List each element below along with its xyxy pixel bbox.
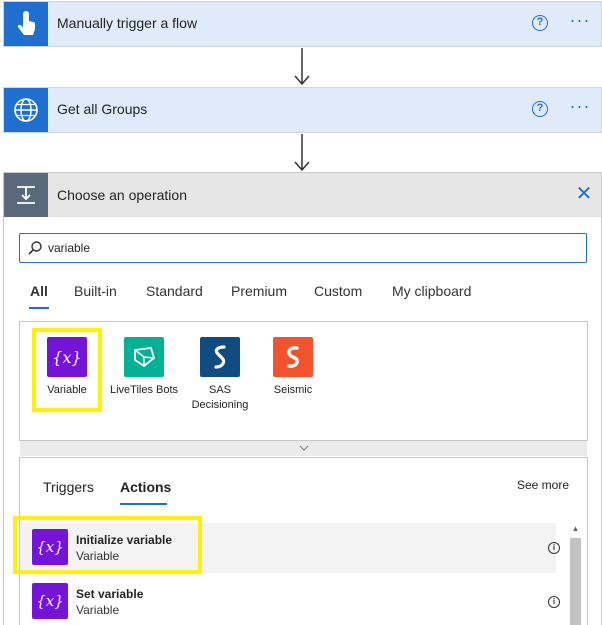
tab-my-clipboard[interactable]: My clipboard	[392, 283, 471, 299]
livetiles-bots-icon	[124, 337, 164, 377]
action-set-variable[interactable]: {x} Set variable Variable i	[20, 577, 560, 625]
scroll-up-icon[interactable]: ▲	[567, 522, 584, 536]
tab-custom[interactable]: Custom	[314, 283, 362, 299]
more-options-icon[interactable]: ···	[568, 11, 592, 33]
trigger-card-title: Manually trigger a flow	[57, 15, 198, 31]
choose-operation-title: Choose an operation	[57, 187, 187, 203]
expand-connectors-button[interactable]	[20, 440, 587, 456]
scrollbar-thumb[interactable]	[570, 538, 581, 625]
search-icon	[28, 241, 42, 255]
active-tab-indicator	[120, 503, 167, 505]
globe-icon	[4, 88, 48, 132]
flow-arrow-icon	[294, 134, 310, 172]
tab-standard[interactable]: Standard	[146, 283, 203, 299]
category-tabs: All Built-in Standard Premium Custom My …	[4, 281, 601, 309]
connector-label: Seismic	[273, 384, 313, 396]
highlight-box	[32, 328, 102, 412]
help-icon[interactable]: ?	[532, 15, 548, 31]
connector-livetiles-bots[interactable]: LiveTiles Bots	[104, 337, 184, 398]
connector-label: LiveTiles Bots	[109, 384, 179, 396]
info-icon[interactable]: i	[548, 596, 560, 608]
action-name: Set variable	[76, 587, 144, 601]
help-icon[interactable]: ?	[532, 101, 548, 117]
connector-list: {x} Variable LiveTiles Bots SAS Decision…	[19, 321, 588, 456]
connector-sas-decisioning[interactable]: SAS Decisioning	[180, 337, 260, 413]
seismic-icon	[273, 337, 313, 377]
close-icon[interactable]: ✕	[574, 184, 594, 204]
variable-icon: {x}	[32, 583, 68, 619]
get-all-groups-title: Get all Groups	[57, 101, 148, 117]
search-box[interactable]	[19, 233, 587, 263]
more-options-icon[interactable]: ···	[568, 97, 592, 119]
scrollbar[interactable]: ▲	[567, 522, 584, 625]
tab-built-in[interactable]: Built-in	[74, 283, 117, 299]
tab-triggers[interactable]: Triggers	[43, 479, 94, 495]
flow-arrow-icon	[294, 48, 310, 86]
connector-label: SAS Decisioning	[191, 384, 249, 411]
get-all-groups-header[interactable]: Get all Groups ? ···	[4, 88, 601, 132]
info-icon[interactable]: i	[548, 542, 560, 554]
touch-hand-icon	[4, 2, 48, 46]
see-more-link[interactable]: See more	[517, 478, 569, 492]
tab-actions[interactable]: Actions	[120, 479, 171, 495]
trigger-card-header[interactable]: Manually trigger a flow ? ···	[4, 2, 601, 46]
action-connector: Variable	[76, 603, 120, 617]
active-tab-indicator	[29, 307, 49, 309]
connector-seismic[interactable]: Seismic	[253, 337, 333, 398]
chevron-down-icon	[299, 445, 308, 451]
choose-operation-header: Choose an operation ✕	[4, 173, 601, 217]
search-input[interactable]	[48, 239, 568, 257]
trigger-card[interactable]: Manually trigger a flow ? ···	[3, 1, 602, 47]
sas-icon	[200, 337, 240, 377]
tab-premium[interactable]: Premium	[231, 283, 287, 299]
tab-all[interactable]: All	[30, 283, 48, 299]
get-all-groups-card[interactable]: Get all Groups ? ···	[3, 87, 602, 133]
insert-step-icon	[4, 173, 48, 217]
highlight-box	[13, 516, 202, 574]
